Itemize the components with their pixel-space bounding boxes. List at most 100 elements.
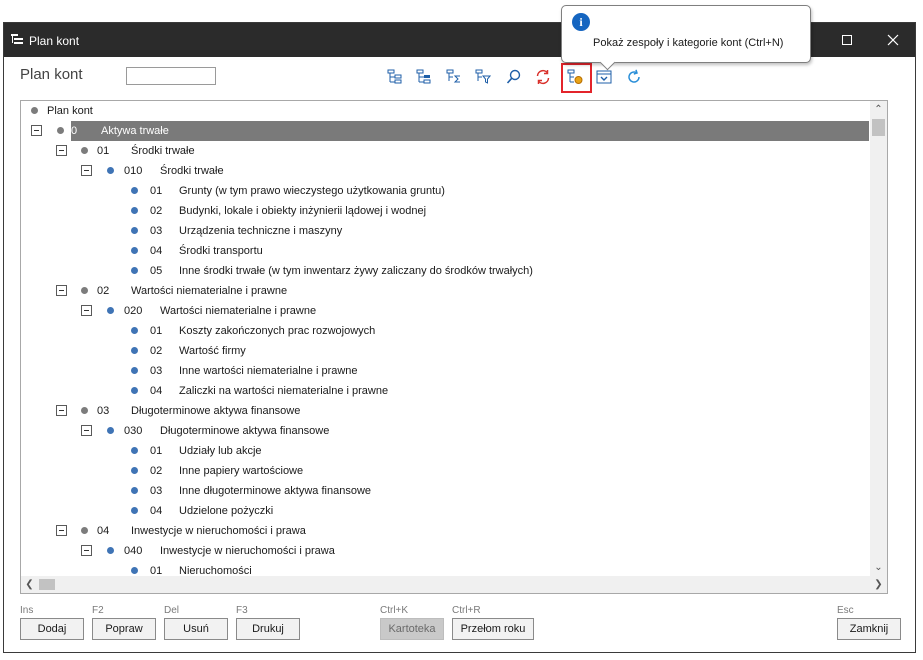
account-label: Udzielone pożyczki — [179, 505, 274, 517]
expand-tree-button[interactable] — [385, 67, 405, 87]
sync-icon — [536, 69, 550, 85]
scroll-left-icon[interactable]: ❮ — [21, 576, 38, 593]
node-dot-icon — [81, 527, 88, 534]
tree-row[interactable]: 030 Długoterminowe aktywa finansowe — [21, 421, 887, 441]
vertical-scroll-thumb[interactable] — [872, 119, 885, 136]
tree-row[interactable]: 03 Urządzenia techniczne i maszyny — [21, 221, 887, 241]
tree-row[interactable]: 04 Udzielone pożyczki — [21, 501, 887, 521]
tree-row[interactable]: 03 Inne długoterminowe aktywa finansowe — [21, 481, 887, 501]
tree-row[interactable]: 03 Inne wartości niematerialne i prawne — [21, 361, 887, 381]
account-code: 05 — [150, 265, 163, 277]
tree-row[interactable]: 01 Udziały lub akcje — [21, 441, 887, 461]
close-button[interactable] — [870, 23, 916, 57]
tree-row[interactable]: 010 Środki trwałe — [21, 161, 887, 181]
tree-row[interactable]: 0 Aktywa trwałe — [21, 121, 887, 141]
refresh-icon — [628, 69, 640, 83]
horizontal-scrollbar[interactable]: ❮ ❯ — [21, 576, 887, 593]
tree-row[interactable]: 020 Wartości niematerialne i prawne — [21, 301, 887, 321]
collapse-tree-button[interactable] — [414, 67, 434, 87]
tree-row[interactable]: 04 Zaliczki na wartości niematerialne i p… — [21, 381, 887, 401]
tree-row[interactable]: 02 Wartości niematerialne i prawne — [21, 281, 887, 301]
node-dot-icon — [131, 567, 138, 574]
print-button[interactable]: Drukuj — [236, 618, 300, 640]
tree-row[interactable]: 02 Inne papiery wartościowe — [21, 461, 887, 481]
collapse-toggle-icon[interactable] — [81, 425, 92, 436]
search-button[interactable] — [504, 67, 524, 87]
account-label: Aktywa trwałe — [101, 125, 169, 137]
horizontal-scroll-thumb[interactable] — [39, 579, 55, 590]
shortcut-hint: Del — [164, 605, 180, 616]
account-code: 03 — [97, 405, 110, 417]
collapse-toggle-icon[interactable] — [56, 525, 67, 536]
account-label: Inne środki trwałe (w tym inwentarz żywy… — [179, 265, 533, 277]
account-code: 01 — [150, 185, 163, 197]
node-dot-icon — [131, 247, 138, 254]
kartoteka-button[interactable]: Kartoteka — [380, 618, 444, 640]
close-window-button[interactable]: Zamknij — [837, 618, 901, 640]
tree-row[interactable]: 02 Budynki, lokale i obiekty inżynierii l… — [21, 201, 887, 221]
edit-button[interactable]: Popraw — [92, 618, 156, 640]
node-dot-icon — [107, 547, 114, 554]
shortcut-hint: F3 — [236, 605, 248, 616]
search-icon — [506, 69, 521, 84]
account-label: Urządzenia techniczne i maszyny — [179, 225, 343, 237]
node-dot-icon — [107, 167, 114, 174]
tree-row[interactable]: 040 Inwestycje w nieruchomości i prawa — [21, 541, 887, 561]
node-dot-icon — [131, 367, 138, 374]
collapse-all-button[interactable] — [594, 67, 614, 87]
tree-sum-button[interactable] — [444, 67, 464, 87]
scroll-down-icon[interactable]: ⌄ — [870, 559, 887, 576]
refresh-red-button[interactable] — [533, 67, 553, 87]
vertical-scrollbar[interactable]: ⌃ ⌄ — [870, 101, 887, 576]
node-dot-icon — [131, 327, 138, 334]
tree-row[interactable]: 01 Koszty zakończonych prac rozwojowych — [21, 321, 887, 341]
tree-filter-button[interactable] — [473, 67, 493, 87]
tree-row[interactable]: 02 Wartość firmy — [21, 341, 887, 361]
node-dot-icon — [131, 227, 138, 234]
scroll-right-icon[interactable]: ❯ — [870, 576, 887, 593]
account-label: Długoterminowe aktywa finansowe — [160, 425, 330, 437]
page-title: Plan kont — [20, 66, 83, 83]
account-code: 04 — [150, 245, 163, 257]
search-input[interactable] — [126, 67, 216, 85]
refresh-button[interactable] — [624, 67, 644, 87]
collapse-toggle-icon[interactable] — [56, 405, 67, 416]
account-tree[interactable]: Plan kont 0 Aktywa trwałe 01 Środki trwałe 0… — [20, 100, 888, 594]
account-label: Środki transportu — [179, 245, 263, 257]
account-code: 02 — [150, 465, 163, 477]
tree-root-label: Plan kont — [47, 105, 93, 117]
tree-root[interactable]: Plan kont — [21, 101, 887, 121]
year-end-button[interactable]: Przełom roku — [452, 618, 534, 640]
node-dot-icon — [31, 107, 38, 114]
tree-row[interactable]: 01 Grunty (w tym prawo wieczystego użytko… — [21, 181, 887, 201]
account-label: Inne długoterminowe aktywa finansowe — [179, 485, 372, 497]
collapse-toggle-icon[interactable] — [81, 165, 92, 176]
node-dot-icon — [81, 147, 88, 154]
scroll-up-icon[interactable]: ⌃ — [870, 101, 887, 118]
tree-row[interactable]: 03 Długoterminowe aktywa finansowe — [21, 401, 887, 421]
shortcut-hint: Esc — [837, 605, 854, 616]
node-dot-icon — [107, 307, 114, 314]
node-dot-icon — [81, 407, 88, 414]
tree-row[interactable]: 01 Środki trwałe — [21, 141, 887, 161]
collapse-toggle-icon[interactable] — [56, 285, 67, 296]
account-code: 03 — [150, 485, 163, 497]
node-dot-icon — [81, 287, 88, 294]
node-dot-icon — [131, 447, 138, 454]
add-button[interactable]: Dodaj — [20, 618, 84, 640]
maximize-icon — [842, 35, 852, 45]
tree-row[interactable]: 04 Środki transportu — [21, 241, 887, 261]
tree-row[interactable]: 04 Inwestycje w nieruchomości i prawa — [21, 521, 887, 541]
shortcut-hint: Ins — [20, 605, 34, 616]
tree-row[interactable]: 05 Inne środki trwałe (w tym inwentarz ży… — [21, 261, 887, 281]
collapse-toggle-icon[interactable] — [81, 545, 92, 556]
tree-expand-icon — [387, 69, 402, 84]
delete-button[interactable]: Usuń — [164, 618, 228, 640]
close-icon — [887, 34, 899, 46]
maximize-button[interactable] — [824, 23, 870, 57]
collapse-toggle-icon[interactable] — [56, 145, 67, 156]
collapse-toggle-icon[interactable] — [31, 125, 42, 136]
node-dot-icon — [131, 487, 138, 494]
collapse-toggle-icon[interactable] — [81, 305, 92, 316]
account-code: 04 — [150, 385, 163, 397]
